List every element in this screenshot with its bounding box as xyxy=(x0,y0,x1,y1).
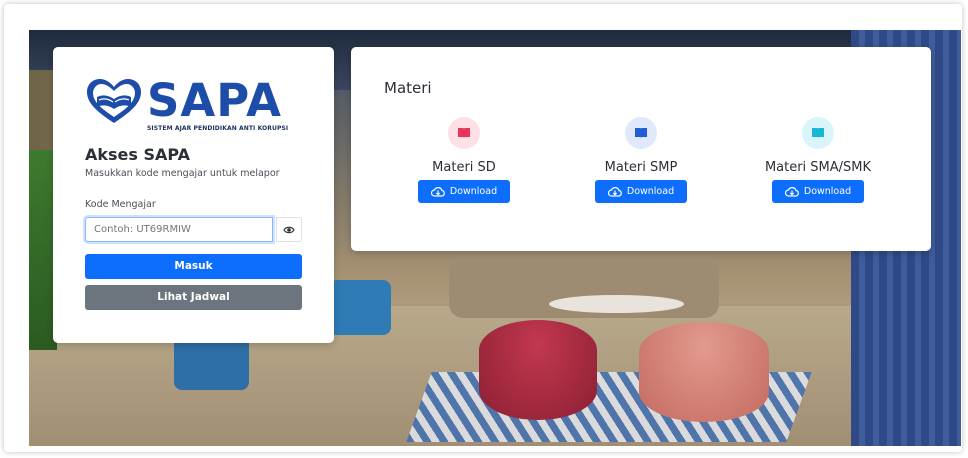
eye-icon xyxy=(283,226,295,233)
login-subtitle: Masukkan kode mengajar untuk melapor xyxy=(85,168,280,179)
material-sma: Materi SMA/SMK Download xyxy=(748,117,888,203)
download-label: Download xyxy=(626,186,675,197)
material-smp: Materi SMP Download xyxy=(571,117,711,203)
login-title: Akses SAPA xyxy=(85,145,191,164)
material-smp-label: Materi SMP xyxy=(604,160,678,175)
material-sma-label: Materi SMA/SMK xyxy=(764,160,872,175)
toggle-visibility-button[interactable] xyxy=(276,217,302,242)
material-sd-label: Materi SD xyxy=(432,160,496,175)
book-icon xyxy=(625,117,657,149)
download-sd-button[interactable]: Download xyxy=(418,180,510,203)
brand-name: SAPA xyxy=(147,74,282,127)
download-label: Download xyxy=(449,186,498,197)
download-label: Download xyxy=(803,186,852,197)
download-smp-button[interactable]: Download xyxy=(595,180,687,203)
book-heart-logo-icon xyxy=(87,79,141,123)
material-sd: Materi SD Download xyxy=(394,117,534,203)
materials-title: Materi xyxy=(384,79,432,97)
materials-card: Materi Materi SD Download Materi SMP Dow… xyxy=(351,47,931,251)
teaching-code-group xyxy=(85,217,302,244)
login-button[interactable]: Masuk xyxy=(85,254,302,279)
cloud-download-icon xyxy=(430,187,445,197)
teaching-code-input[interactable] xyxy=(85,217,273,242)
teaching-code-label: Kode Mengajar xyxy=(85,199,156,210)
sapa-logo: SAPA SISTEM AJAR PENDIDIKAN ANTI KORUPSI xyxy=(85,73,305,133)
book-icon xyxy=(802,117,834,149)
cloud-download-icon xyxy=(607,187,622,197)
brand-tagline: SISTEM AJAR PENDIDIKAN ANTI KORUPSI xyxy=(147,125,289,132)
login-card: SAPA SISTEM AJAR PENDIDIKAN ANTI KORUPSI… xyxy=(53,47,334,343)
cloud-download-icon xyxy=(784,187,799,197)
download-sma-button[interactable]: Download xyxy=(772,180,864,203)
book-icon xyxy=(448,117,480,149)
view-schedule-button[interactable]: Lihat Jadwal xyxy=(85,285,302,310)
